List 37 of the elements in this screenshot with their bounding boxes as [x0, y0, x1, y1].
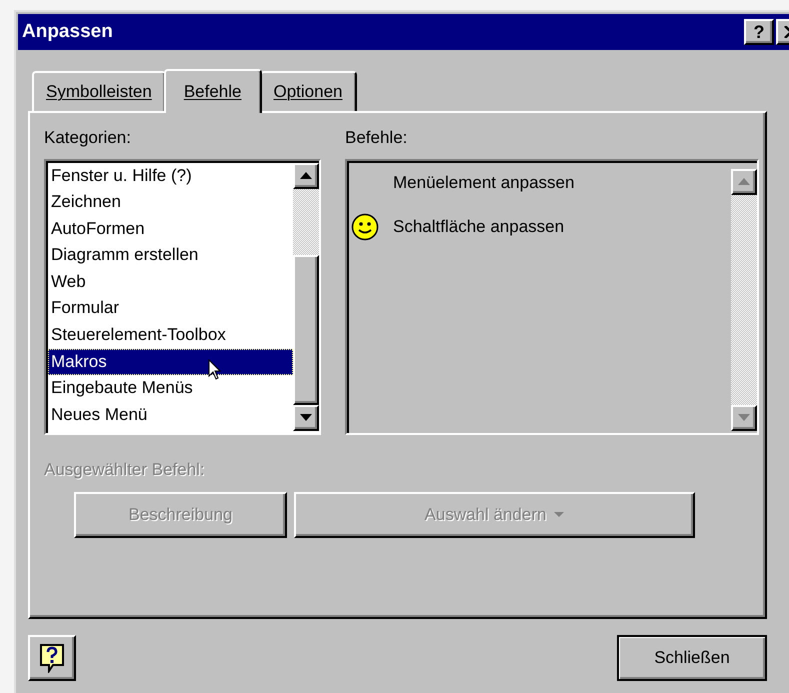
categories-label: Kategorien:: [44, 127, 132, 149]
scroll-down-button[interactable]: [293, 404, 319, 430]
up-arrow-icon: [300, 172, 312, 179]
window-title: Anpassen: [22, 20, 113, 44]
caret-icon: [554, 512, 564, 518]
scroll-up-button[interactable]: [293, 162, 319, 188]
down-arrow-icon: [738, 414, 750, 421]
list-item[interactable]: Steuerelement-Toolbox: [48, 322, 293, 349]
up-arrow-icon: [738, 178, 750, 185]
close-dialog-button[interactable]: Schließen: [617, 635, 767, 681]
scroll-thumb[interactable]: [293, 254, 319, 404]
selected-command-label: Ausgewählter Befehl:: [44, 458, 205, 480]
smiley-icon: [351, 212, 379, 240]
list-item[interactable]: Zeichnen: [48, 189, 293, 216]
tab[interactable]: Symbolleisten: [32, 71, 166, 111]
scroll-down-button[interactable]: [731, 404, 757, 430]
list-item[interactable]: Eingebaute Menüs: [48, 375, 293, 402]
tab[interactable]: Optionen: [260, 71, 356, 111]
scrollbar[interactable]: [731, 168, 757, 430]
help-balloon-icon: [39, 643, 65, 673]
help-button[interactable]: ?: [744, 19, 774, 45]
help-button[interactable]: [28, 635, 76, 681]
list-item[interactable]: Formular: [48, 295, 293, 322]
command-item[interactable]: Schaltfläche anpassen: [393, 214, 564, 240]
scrollbar[interactable]: [293, 162, 319, 430]
down-arrow-icon: [300, 414, 312, 421]
list-item[interactable]: Makros: [48, 348, 293, 376]
list-item[interactable]: AutoFormen: [48, 216, 293, 242]
commands-label: Befehle:: [345, 127, 408, 149]
scroll-up-button[interactable]: [731, 168, 757, 194]
list-item[interactable]: Diagramm erstellen: [48, 242, 293, 269]
list-item[interactable]: Fenster u. Hilfe (?): [48, 162, 293, 190]
tab[interactable]: Befehle: [164, 69, 262, 113]
list-item[interactable]: Neues Menü: [48, 402, 293, 428]
command-item[interactable]: Menüelement anpassen: [393, 170, 574, 196]
list-item[interactable]: Web: [48, 268, 293, 296]
mouse-pointer-icon: [208, 358, 222, 380]
